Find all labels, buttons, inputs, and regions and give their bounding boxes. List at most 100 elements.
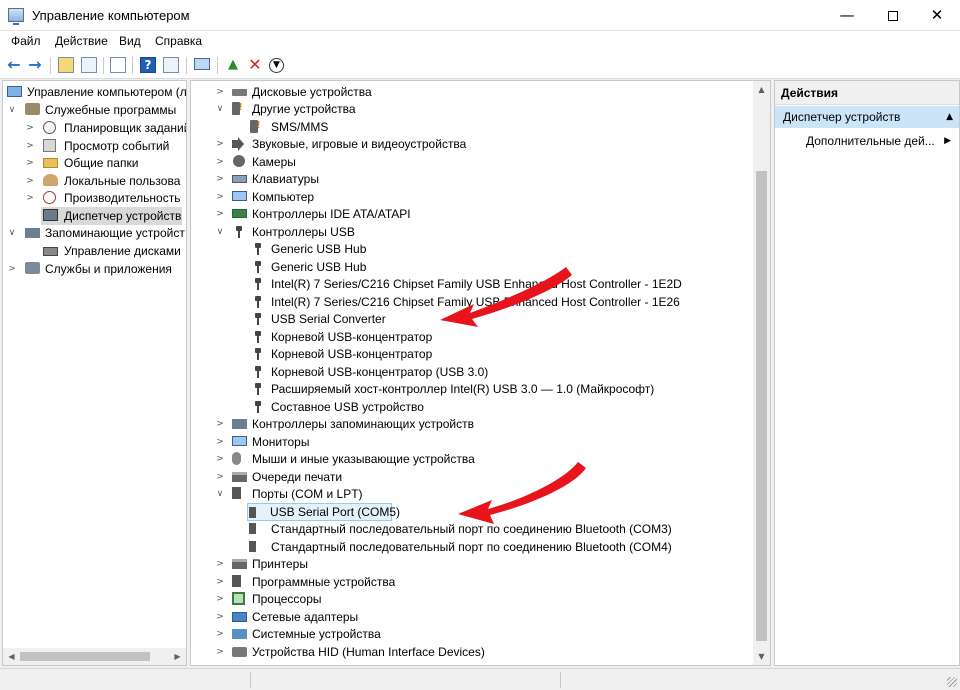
device-composite-usb[interactable]: Составное USB устройство — [191, 398, 751, 416]
uninstall-device-icon[interactable]: ✕ — [246, 56, 264, 74]
chevron-down-icon[interactable]: ∨ — [215, 223, 225, 241]
device-bluetooth-com4[interactable]: Стандартный последовательный порт по сое… — [191, 538, 751, 556]
tree-item-system-tools[interactable]: ∨ Служебные программы — [3, 101, 186, 119]
device-category-ports[interactable]: ∨ Порты (COM и LPT) — [191, 485, 751, 503]
maximize-button[interactable] — [870, 0, 916, 31]
device-tree-scrollbar[interactable]: ▲ ▼ — [753, 81, 770, 665]
scroll-up-icon[interactable]: ▲ — [753, 81, 770, 98]
chevron-down-icon[interactable]: ∨ — [7, 224, 17, 242]
collapse-up-icon[interactable]: ▲ — [946, 106, 953, 128]
device-category-ide[interactable]: > Контроллеры IDE ATA/ATAPI — [191, 205, 751, 223]
chevron-right-icon[interactable]: > — [215, 433, 225, 451]
tree-item-device-manager[interactable]: Диспетчер устройств — [41, 207, 182, 225]
device-root-hub-usb3[interactable]: Корневой USB-концентратор (USB 3.0) — [191, 363, 751, 381]
chevron-right-icon[interactable]: > — [215, 555, 225, 573]
tree-item-computer-management[interactable]: Управление компьютером (л — [3, 83, 186, 101]
device-category-processors[interactable]: > Процессоры — [191, 590, 751, 608]
tree-item-services-apps[interactable]: > Службы и приложения — [3, 260, 186, 278]
device-intel-xhci[interactable]: Расширяемый хост-контроллер Intel(R) USB… — [191, 380, 751, 398]
left-horizontal-scrollbar[interactable]: ◀ ▶ — [3, 648, 186, 665]
chevron-down-icon[interactable]: ∨ — [215, 485, 225, 503]
tree-item-event-viewer[interactable]: > Просмотр событий — [3, 137, 186, 155]
device-category-printers[interactable]: > Принтеры — [191, 555, 751, 573]
device-category-software[interactable]: > Программные устройства — [191, 573, 751, 591]
device-intel-ehci-1e2d[interactable]: Intel(R) 7 Series/C216 Chipset Family US… — [191, 275, 751, 293]
device-generic-usb-hub-1[interactable]: Generic USB Hub — [191, 240, 751, 258]
chevron-right-icon[interactable]: > — [25, 172, 35, 190]
properties-icon[interactable] — [110, 57, 126, 73]
device-category-print-queues[interactable]: > Очереди печати — [191, 468, 751, 486]
tree-item-performance[interactable]: > Производительность — [3, 189, 186, 207]
chevron-right-icon[interactable]: > — [215, 415, 225, 433]
menu-action[interactable]: Действие — [55, 34, 108, 48]
chevron-right-icon[interactable]: > — [215, 643, 225, 661]
chevron-right-icon[interactable]: > — [215, 450, 225, 468]
chevron-right-icon[interactable]: > — [215, 608, 225, 626]
device-root-hub-2[interactable]: Корневой USB-концентратор — [191, 345, 751, 363]
device-category-disk-drives[interactable]: > Дисковые устройства — [191, 83, 751, 101]
chevron-down-icon[interactable]: ∨ — [7, 101, 17, 119]
chevron-right-icon[interactable]: > — [215, 170, 225, 188]
device-category-keyboards[interactable]: > Клавиатуры — [191, 170, 751, 188]
chevron-right-icon[interactable]: > — [215, 468, 225, 486]
chevron-right-icon[interactable]: > — [25, 189, 35, 207]
device-category-computer[interactable]: > Компьютер — [191, 188, 751, 206]
chevron-right-icon[interactable]: > — [215, 153, 225, 171]
device-bluetooth-com3[interactable]: Стандартный последовательный порт по сое… — [191, 520, 751, 538]
forward-arrow-icon[interactable]: → — [26, 56, 44, 74]
back-arrow-icon[interactable]: ← — [5, 56, 23, 74]
device-intel-ehci-1e26[interactable]: Intel(R) 7 Series/C216 Chipset Family US… — [191, 293, 751, 311]
show-hide-tree-icon[interactable] — [81, 57, 97, 73]
chevron-right-icon[interactable]: > — [25, 154, 35, 172]
chevron-right-icon[interactable]: > — [215, 135, 225, 153]
actions-more[interactable]: Дополнительные дей... ▶ — [775, 131, 959, 151]
vertical-scroll-thumb[interactable] — [756, 171, 767, 641]
device-category-other[interactable]: ∨ Другие устройства — [191, 99, 751, 118]
device-category-storage-controllers[interactable]: > Контроллеры запоминающих устройств — [191, 415, 751, 433]
action-pane-icon[interactable] — [163, 57, 179, 73]
menu-file[interactable]: Файл — [11, 34, 41, 48]
device-category-cameras[interactable]: > Камеры — [191, 153, 751, 171]
chevron-right-icon[interactable]: > — [215, 573, 225, 591]
device-root-hub-1[interactable]: Корневой USB-концентратор — [191, 328, 751, 346]
device-category-sound[interactable]: > Звуковые, игровые и видеоустройства — [191, 135, 751, 153]
device-generic-usb-hub-2[interactable]: Generic USB Hub — [191, 258, 751, 276]
disable-device-icon[interactable]: ▼ — [269, 58, 284, 73]
close-button[interactable]: ✕ — [914, 0, 960, 31]
device-category-network[interactable]: > Сетевые адаптеры — [191, 608, 751, 626]
update-driver-icon[interactable]: ▲ — [224, 56, 242, 74]
device-category-system[interactable]: > Системные устройства — [191, 625, 751, 643]
minimize-button[interactable]: — — [824, 0, 870, 31]
chevron-right-icon[interactable]: > — [215, 590, 225, 608]
scan-hardware-icon[interactable] — [194, 58, 210, 70]
chevron-right-icon[interactable]: > — [7, 260, 17, 278]
chevron-right-icon[interactable]: > — [215, 83, 225, 101]
scroll-down-icon[interactable]: ▼ — [753, 648, 770, 665]
device-category-hid[interactable]: > Устройства HID (Human Interface Device… — [191, 643, 751, 661]
up-folder-icon[interactable] — [58, 57, 74, 73]
chevron-down-icon[interactable]: ∨ — [215, 100, 225, 118]
tree-item-shared-folders[interactable]: > Общие папки — [3, 154, 186, 172]
help-icon[interactable]: ? — [140, 57, 156, 73]
chevron-right-icon[interactable]: > — [25, 119, 35, 137]
device-usb-serial-converter[interactable]: USB Serial Converter — [191, 310, 751, 328]
chevron-right-icon[interactable]: > — [215, 205, 225, 223]
chevron-right-icon[interactable]: > — [215, 625, 225, 643]
horizontal-scroll-thumb[interactable] — [20, 652, 150, 661]
tree-item-local-users[interactable]: > Локальные пользова — [3, 172, 186, 190]
menu-view[interactable]: Вид — [119, 34, 141, 48]
device-usb-serial-port-com5[interactable]: USB Serial Port (COM5) — [247, 503, 400, 521]
device-category-usb[interactable]: ∨ Контроллеры USB — [191, 223, 751, 241]
tree-item-storage[interactable]: ∨ Запоминающие устройст — [3, 224, 186, 242]
device-sms-mms[interactable]: SMS/MMS — [191, 117, 751, 136]
menu-help[interactable]: Справка — [155, 34, 202, 48]
device-category-monitors[interactable]: > Мониторы — [191, 433, 751, 451]
device-category-mice[interactable]: > Мыши и иные указывающие устройства — [191, 450, 751, 468]
scroll-left-icon[interactable]: ◀ — [3, 648, 20, 665]
tree-item-disk-management[interactable]: Управление дисками — [3, 242, 186, 260]
actions-group-device-manager[interactable]: Диспетчер устройств ▲ — [775, 106, 959, 128]
chevron-right-icon[interactable]: > — [25, 137, 35, 155]
chevron-right-icon[interactable]: > — [215, 188, 225, 206]
tree-item-task-scheduler[interactable]: > Планировщик заданий — [3, 119, 186, 137]
resize-grip-icon[interactable] — [947, 677, 957, 687]
